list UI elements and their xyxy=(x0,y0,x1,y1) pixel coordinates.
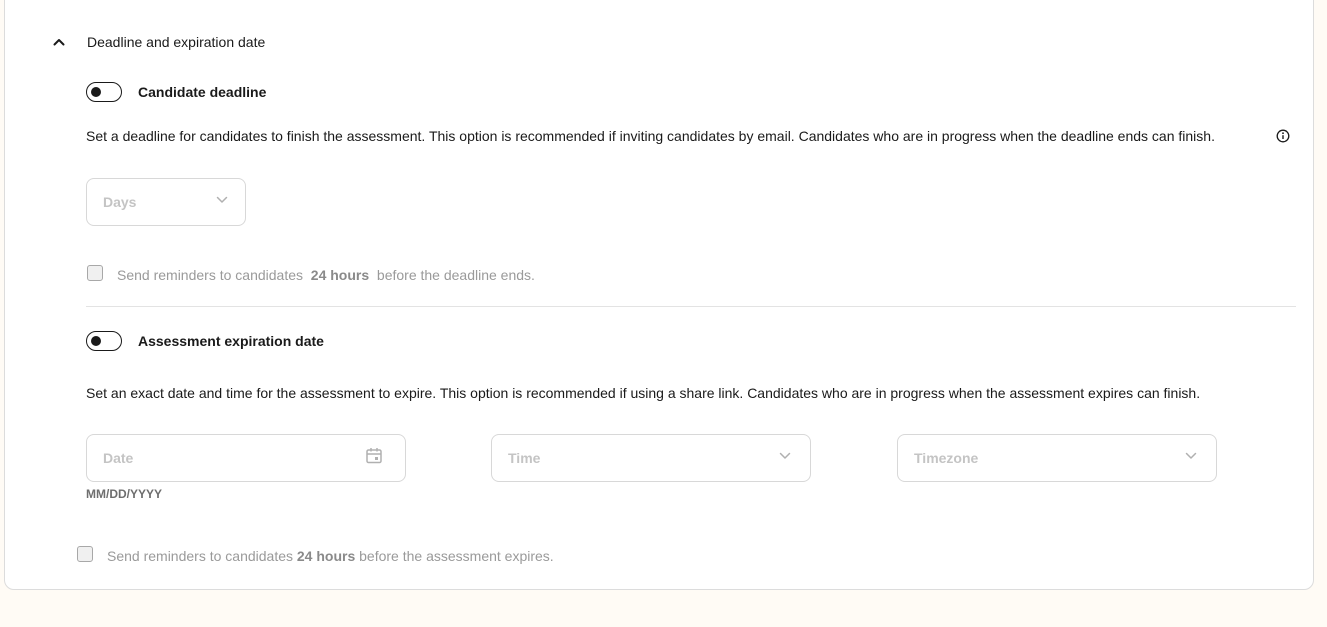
reminder-text-prefix: Send reminders to candidates xyxy=(117,267,303,283)
expiration-reminder-label: Send reminders to candidates 24 hours be… xyxy=(107,548,554,564)
date-input[interactable]: Date xyxy=(86,434,406,482)
deadline-reminder-checkbox[interactable] xyxy=(87,265,103,281)
chevron-down-icon xyxy=(215,193,229,212)
section-title: Deadline and expiration date xyxy=(87,34,266,50)
chevron-up-icon[interactable] xyxy=(51,34,67,50)
reminder-text-prefix: Send reminders to candidates xyxy=(107,548,293,564)
candidate-deadline-description: Set a deadline for candidates to finish … xyxy=(86,128,1215,144)
time-select[interactable]: Time xyxy=(491,434,811,482)
chevron-down-icon xyxy=(778,449,792,468)
section-toggle-header[interactable]: Deadline and expiration date xyxy=(51,34,265,50)
candidate-deadline-label: Candidate deadline xyxy=(138,84,267,100)
expiration-reminder-checkbox[interactable] xyxy=(77,546,93,562)
deadline-reminder-label: Send reminders to candidates 24 hours be… xyxy=(117,267,535,283)
candidate-deadline-toggle[interactable] xyxy=(86,82,122,102)
timezone-placeholder: Timezone xyxy=(914,450,979,466)
toggle-knob xyxy=(91,336,101,346)
time-placeholder: Time xyxy=(508,450,541,466)
date-placeholder: Date xyxy=(103,450,134,466)
days-placeholder: Days xyxy=(103,194,137,210)
deadline-settings-card: Deadline and expiration date Candidate d… xyxy=(4,0,1314,590)
expiration-description: Set an exact date and time for the asses… xyxy=(86,385,1201,401)
reminder-text-bold: 24 hours xyxy=(310,267,370,283)
timezone-select[interactable]: Timezone xyxy=(897,434,1217,482)
chevron-down-icon xyxy=(1184,449,1198,468)
calendar-icon[interactable] xyxy=(365,447,383,470)
date-format-hint: MM/DD/YYYY xyxy=(86,487,163,501)
expiration-label: Assessment expiration date xyxy=(138,333,324,349)
reminder-text-bold: 24 hours xyxy=(296,548,356,564)
expiration-toggle[interactable] xyxy=(86,331,122,351)
reminder-text-suffix: before the assessment expires. xyxy=(359,548,554,564)
days-select[interactable]: Days xyxy=(86,178,246,226)
toggle-knob xyxy=(91,87,101,97)
section-divider xyxy=(86,306,1296,307)
info-icon[interactable] xyxy=(1276,129,1290,143)
reminder-text-suffix: before the deadline ends. xyxy=(376,267,535,283)
